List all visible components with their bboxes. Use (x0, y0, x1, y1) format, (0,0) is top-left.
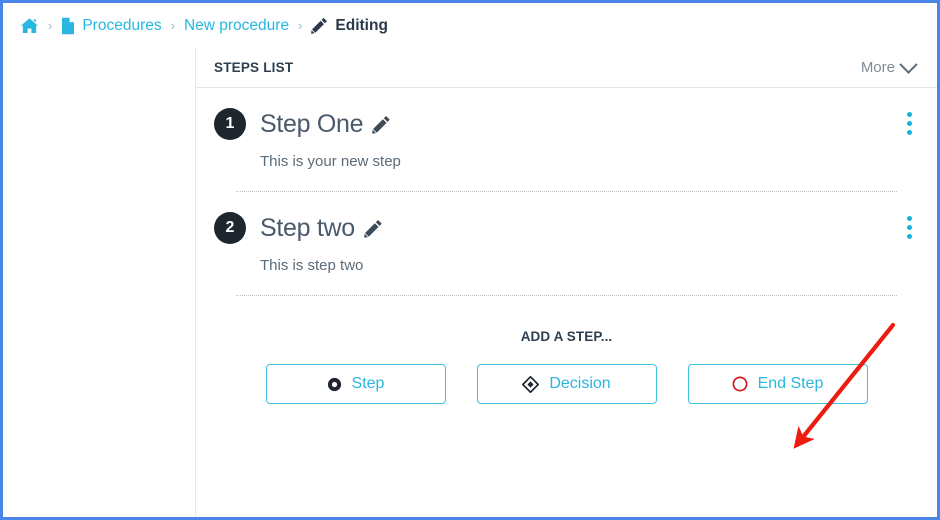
add-decision-button[interactable]: Decision (476, 364, 657, 404)
kebab-dot (907, 130, 912, 135)
step-title: Step One (260, 109, 364, 138)
add-end-step-button[interactable]: End Step (687, 364, 868, 404)
breadcrumb-item-new-procedure[interactable]: New procedure (184, 17, 289, 35)
red-circle-end-icon (732, 376, 748, 392)
breadcrumb-label-new-procedure: New procedure (183, 16, 290, 34)
breadcrumb-label-editing: Editing (335, 16, 388, 34)
step-title: Step two (260, 213, 355, 242)
breadcrumb-separator-2: › (170, 18, 175, 33)
home-icon (20, 17, 39, 35)
chevron-down-icon (899, 55, 918, 74)
breadcrumb-home[interactable] (20, 17, 39, 35)
add-step-section: ADD A STEP... Step Decision End Step (196, 329, 937, 404)
step-menu-button[interactable] (907, 216, 912, 239)
add-step-buttons: Step Decision End Step (196, 364, 937, 404)
kebab-dot (907, 216, 912, 221)
step-divider (236, 295, 897, 296)
step-number-badge: 2 (214, 212, 246, 244)
step-description: This is your new step (260, 153, 401, 170)
page-title: STEPS LIST (214, 60, 294, 75)
step-item[interactable]: 2 Step two This is step two (196, 192, 937, 274)
step-header: 2 Step two (214, 212, 915, 244)
step-description: This is step two (260, 257, 364, 274)
add-step-button-label: Step (351, 375, 385, 392)
step-number-badge: 1 (214, 108, 246, 140)
breadcrumb-item-editing: Editing (311, 17, 388, 35)
edit-step-pencil-icon[interactable] (364, 219, 383, 238)
step-menu-button[interactable] (907, 112, 912, 135)
app-window: › Procedures › New procedure › Editing S… (0, 0, 940, 520)
kebab-dot (907, 234, 912, 239)
step-item[interactable]: 1 Step One This is your new step (196, 88, 937, 170)
add-step-button[interactable]: Step (265, 364, 446, 404)
breadcrumb-label-procedures: Procedures (82, 16, 162, 34)
add-end-step-button-label: End Step (757, 375, 824, 392)
breadcrumb: › Procedures › New procedure › Editing (3, 3, 937, 48)
add-decision-button-label: Decision (549, 375, 611, 392)
add-step-label: ADD A STEP... (520, 329, 613, 344)
step-header: 1 Step One (214, 108, 915, 140)
more-label: More (860, 59, 895, 76)
more-button[interactable]: More (860, 55, 918, 76)
steps-list: 1 Step One This is your new step 2 Step … (196, 88, 937, 296)
steps-panel-header: STEPS LIST More (196, 48, 937, 88)
filled-circle-node-icon (327, 377, 342, 392)
edit-step-pencil-icon[interactable] (372, 115, 391, 134)
pencil-icon (311, 17, 328, 34)
kebab-dot (907, 121, 912, 126)
kebab-dot (907, 225, 912, 230)
breadcrumb-separator-3: › (298, 18, 303, 33)
steps-panel: STEPS LIST More 1 Step One This is your … (195, 48, 937, 517)
breadcrumb-item-procedures[interactable]: Procedures (61, 16, 162, 35)
kebab-dot (907, 112, 912, 117)
breadcrumb-separator-1: › (48, 18, 53, 33)
document-icon (61, 17, 75, 35)
diamond-decision-icon (522, 375, 540, 393)
